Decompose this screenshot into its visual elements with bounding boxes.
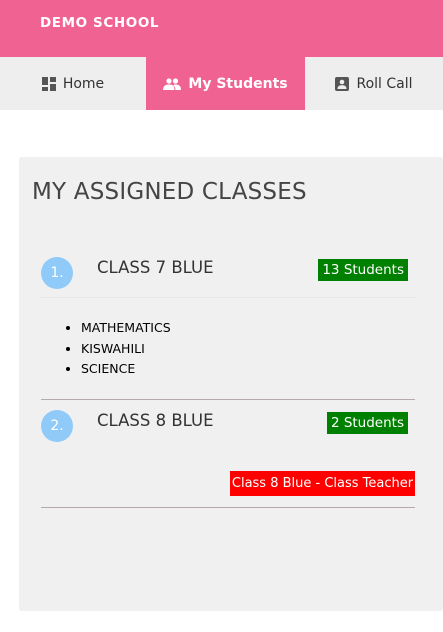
assigned-classes-card: MY ASSIGNED CLASSES 1. CLASS 7 BLUE 13 S… (19, 157, 443, 611)
student-count-badge[interactable]: 13 Students (318, 259, 408, 281)
nav-tabs: Home My Students Roll Call (0, 57, 443, 110)
top-app-bar: DEMO SCHOOL (0, 0, 443, 57)
people-icon (163, 77, 182, 90)
tab-home-label: Home (62, 75, 105, 92)
class-teacher-badge: Class 8 Blue - Class Teacher (230, 471, 415, 496)
class-number-badge: 1. (41, 257, 73, 289)
tab-roll-call-label: Roll Call (356, 75, 413, 92)
class-name: CLASS 7 BLUE (97, 258, 214, 277)
subject-item: MATHEMATICS (81, 318, 171, 339)
tab-home[interactable]: Home (0, 57, 146, 110)
class-number-badge: 2. (41, 410, 73, 442)
school-name[interactable]: DEMO SCHOOL (40, 15, 159, 31)
contact-card-icon (335, 76, 350, 91)
tab-roll-call[interactable]: Roll Call (305, 57, 443, 110)
tab-my-students-label: My Students (188, 75, 288, 92)
row-separator (41, 297, 415, 298)
subject-item: SCIENCE (81, 359, 171, 380)
class-name: CLASS 8 BLUE (97, 411, 214, 430)
subject-list: MATHEMATICS KISWAHILI SCIENCE (61, 318, 171, 380)
class-divider (41, 399, 415, 400)
tab-my-students[interactable]: My Students (146, 57, 305, 110)
card-title: MY ASSIGNED CLASSES (32, 179, 307, 205)
student-count-badge[interactable]: 2 Students (326, 412, 408, 434)
class-item-1[interactable]: 1. CLASS 7 BLUE 13 Students (41, 257, 415, 289)
dashboard-icon (41, 76, 56, 91)
class-divider (41, 507, 415, 508)
class-item-2[interactable]: 2. CLASS 8 BLUE 2 Students (41, 410, 415, 442)
subject-item: KISWAHILI (81, 339, 171, 360)
